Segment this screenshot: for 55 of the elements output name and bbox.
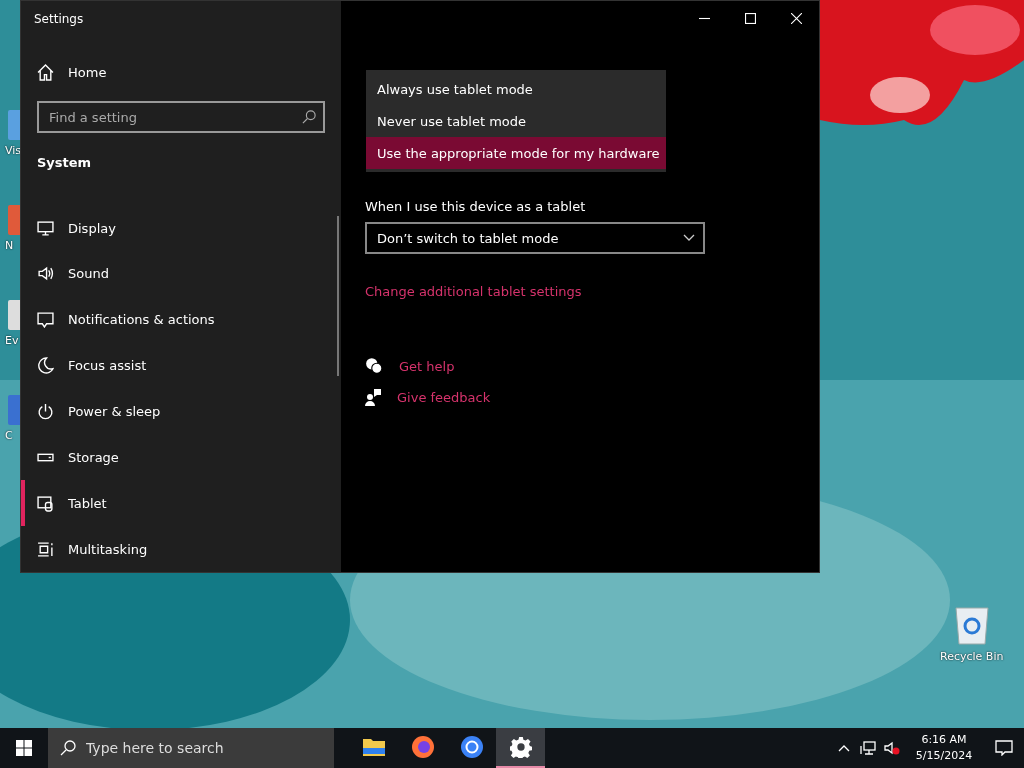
shortcut-label: Ev xyxy=(5,334,19,347)
close-icon xyxy=(790,12,802,24)
windows-logo-icon xyxy=(16,740,32,756)
chevron-up-icon[interactable] xyxy=(838,744,850,752)
window-title: Settings xyxy=(33,11,85,28)
speaker-icon xyxy=(37,265,54,283)
help-link[interactable]: Get help xyxy=(399,358,455,374)
home-link[interactable]: Home xyxy=(21,55,341,90)
speech-bubble-icon xyxy=(37,311,54,329)
muted-speaker-icon[interactable] xyxy=(884,741,900,755)
section-heading: System xyxy=(36,154,93,173)
chat-help-icon xyxy=(365,357,383,375)
recycle-bin-label: Recycle Bin xyxy=(940,650,1004,663)
sidebar-item[interactable]: Power & sleep xyxy=(21,388,341,435)
dropdown-option[interactable]: Use the appropriate mode for my hardware xyxy=(366,137,666,169)
sidebar-item[interactable]: Tablet xyxy=(21,480,341,527)
monitor-icon xyxy=(37,219,54,237)
network-icon[interactable] xyxy=(860,741,876,755)
moon-icon xyxy=(37,357,54,375)
maximize-icon xyxy=(744,12,756,24)
person-feedback-icon xyxy=(365,388,381,406)
field-label: When I use this device as a tablet xyxy=(365,199,587,214)
sidebar-item[interactable]: Multitasking xyxy=(21,526,341,572)
shortcut-label: C xyxy=(5,429,13,442)
sidebar-item[interactable]: Storage xyxy=(21,434,341,481)
browser-icon xyxy=(459,735,484,759)
folder-icon xyxy=(361,736,386,758)
taskbar-app[interactable] xyxy=(496,728,545,768)
shortcut-label: N xyxy=(5,239,14,252)
taskbar-search[interactable]: Type here to search xyxy=(48,728,334,768)
clock-time: 6:16 AM xyxy=(921,732,967,748)
tablet-icon xyxy=(37,494,54,512)
sidebar-item[interactable]: Focus assist xyxy=(21,342,341,389)
dropdown-option[interactable]: Always use tablet mode xyxy=(366,73,666,105)
fox-globe-icon xyxy=(410,735,435,759)
speech-bubble-icon xyxy=(995,740,1013,756)
sidebar-item[interactable]: Notifications & actions xyxy=(21,296,341,343)
clock-date: 5/15/2024 xyxy=(915,748,973,764)
help-link[interactable]: Give feedback xyxy=(397,389,491,405)
clock[interactable]: 6:16 AM 5/15/2024 xyxy=(904,732,984,764)
home-icon xyxy=(37,63,54,81)
settings-link[interactable]: Change additional tablet settings xyxy=(365,284,795,299)
sidebar-item[interactable]: Sound xyxy=(21,250,341,297)
settings-icon xyxy=(509,736,532,758)
power-icon xyxy=(37,402,54,420)
mode-select[interactable]: Don’t switch to tablet mode xyxy=(365,222,705,254)
search-icon xyxy=(60,740,76,756)
sidebar-item[interactable]: Display xyxy=(21,205,341,251)
dropdown-option[interactable]: Never use tablet mode xyxy=(366,105,666,137)
chevron-down-icon xyxy=(683,234,695,242)
shortcut-label: Vis xyxy=(5,144,20,157)
search-icon xyxy=(302,110,316,125)
search-field[interactable]: Find a setting xyxy=(37,101,325,134)
windows-icon xyxy=(37,540,54,558)
scrollbar[interactable] xyxy=(337,216,339,376)
